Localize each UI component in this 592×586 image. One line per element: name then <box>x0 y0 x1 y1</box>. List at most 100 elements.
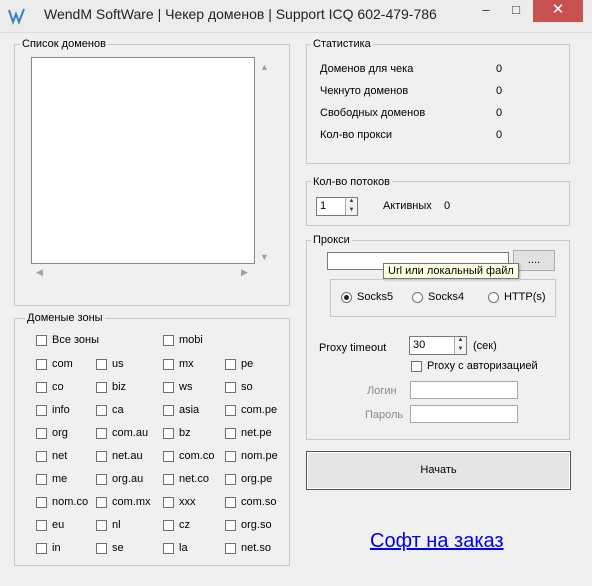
zone-checkbox[interactable] <box>225 359 236 370</box>
zone-checkbox[interactable] <box>36 543 47 554</box>
zone-checkbox[interactable] <box>96 474 107 485</box>
zone-checkbox[interactable] <box>96 428 107 439</box>
zone-checkbox[interactable] <box>163 451 174 462</box>
scroll-up-icon[interactable]: ▲ <box>260 62 269 72</box>
proxy-timeout-value: 30 <box>413 339 426 351</box>
proxy-url-tooltip: Url или локальный файл <box>383 263 519 279</box>
zone-label: nom.pe <box>241 450 278 462</box>
threads-stepper[interactable]: 1 ▲ ▼ <box>316 197 358 216</box>
zone-checkbox[interactable] <box>163 520 174 531</box>
zone-checkbox[interactable] <box>36 497 47 508</box>
timeout-up-icon[interactable]: ▲ <box>455 337 466 346</box>
zones-label: Доменые зоны <box>25 312 105 324</box>
zone-label: com <box>52 358 73 370</box>
scroll-left-icon[interactable]: ◀ <box>36 267 43 278</box>
close-button[interactable]: ✕ <box>533 0 583 22</box>
zone-checkbox[interactable] <box>225 474 236 485</box>
scroll-down-icon[interactable]: ▼ <box>260 252 269 262</box>
proxy-timeout-spin[interactable]: ▲ ▼ <box>454 337 466 354</box>
scroll-right-icon[interactable]: ▶ <box>241 267 248 278</box>
zone-checkbox[interactable] <box>96 497 107 508</box>
zone-checkbox[interactable] <box>163 474 174 485</box>
radio-socks4-label: Socks4 <box>428 291 465 303</box>
zone-checkbox[interactable] <box>225 405 236 416</box>
zone-label: com.pe <box>241 404 278 416</box>
radio-socks5-label: Socks5 <box>357 291 394 303</box>
zone-label: com.mx <box>112 496 151 508</box>
zone-checkbox[interactable] <box>163 543 174 554</box>
proxy-timeout-unit: (сек) <box>473 340 497 352</box>
zone-checkbox[interactable] <box>163 497 174 508</box>
zone-checkbox[interactable] <box>225 520 236 531</box>
start-button[interactable]: Начать <box>306 451 571 490</box>
proxy-auth-checkbox[interactable] <box>411 361 422 372</box>
active-threads-label: Активных <box>383 200 432 212</box>
zone-label: bz <box>179 427 191 439</box>
zone-checkbox[interactable] <box>96 359 107 370</box>
zone-checkbox[interactable] <box>36 520 47 531</box>
zone-label: xxx <box>179 496 196 508</box>
zone-label: net.au <box>112 450 143 462</box>
zone-label: so <box>241 381 253 393</box>
proxy-timeout-stepper[interactable]: 30 ▲ ▼ <box>409 336 467 355</box>
zone-checkbox[interactable] <box>36 405 47 416</box>
zone-checkbox[interactable] <box>225 451 236 462</box>
zone-checkbox[interactable] <box>36 359 47 370</box>
password-input[interactable] <box>410 405 518 423</box>
zone-checkbox[interactable] <box>163 428 174 439</box>
timeout-down-icon[interactable]: ▼ <box>455 346 466 355</box>
zone-checkbox[interactable] <box>163 405 174 416</box>
all-zones-checkbox[interactable] <box>36 335 47 346</box>
zone-checkbox[interactable] <box>96 543 107 554</box>
active-threads-value: 0 <box>444 200 451 212</box>
zone-checkbox[interactable] <box>225 543 236 554</box>
zone-checkbox[interactable] <box>96 520 107 531</box>
stat-value-domains-to-check: 0 <box>496 63 503 75</box>
domain-list-label: Список доменов <box>20 38 108 50</box>
zone-checkbox[interactable] <box>96 405 107 416</box>
zone-checkbox[interactable] <box>225 382 236 393</box>
threads-spin[interactable]: ▲ ▼ <box>345 198 357 215</box>
app-logo-icon <box>8 8 25 25</box>
zone-label: me <box>52 473 68 485</box>
radio-socks4[interactable] <box>412 292 423 303</box>
zone-label: co <box>52 381 64 393</box>
minimize-button[interactable]: – <box>472 0 500 22</box>
zone-label: org.so <box>241 519 272 531</box>
all-zones-label: Все зоны <box>52 334 100 346</box>
zone-checkbox[interactable] <box>225 497 236 508</box>
zone-checkbox[interactable] <box>163 382 174 393</box>
zone-checkbox[interactable] <box>163 359 174 370</box>
stat-value-checked: 0 <box>496 85 503 97</box>
stat-name-domains-to-check: Доменов для чека <box>320 63 414 75</box>
proxy-auth-label: Proxy с авторизацией <box>427 360 538 372</box>
window-title: WendM SoftWare | Чекер доменов | Support… <box>44 6 437 22</box>
zone-checkbox[interactable] <box>96 382 107 393</box>
stat-name-proxies: Кол-во прокси <box>320 129 393 141</box>
domain-list-textarea[interactable] <box>31 57 255 264</box>
zone-label: mx <box>179 358 194 370</box>
zone-checkbox[interactable] <box>225 428 236 439</box>
stat-name-free: Свободных доменов <box>320 107 426 119</box>
zone-checkbox[interactable] <box>36 451 47 462</box>
threads-down-icon[interactable]: ▼ <box>346 207 357 216</box>
order-software-link[interactable]: Софт на заказ <box>370 530 504 553</box>
zone-label: in <box>52 542 61 554</box>
radio-socks5[interactable] <box>341 292 352 303</box>
zone-checkbox[interactable] <box>96 451 107 462</box>
zone-checkbox[interactable] <box>36 474 47 485</box>
browse-button[interactable]: .... <box>513 250 555 271</box>
zone-checkbox[interactable] <box>36 382 47 393</box>
zone-label: ca <box>112 404 124 416</box>
login-input[interactable] <box>410 381 518 399</box>
radio-http[interactable] <box>488 292 499 303</box>
zone-checkbox[interactable] <box>36 428 47 439</box>
zone-checkbox-mobi[interactable] <box>163 335 174 346</box>
threads-up-icon[interactable]: ▲ <box>346 198 357 207</box>
zone-label: com.so <box>241 496 277 508</box>
zone-label: biz <box>112 381 127 393</box>
zone-label: net.pe <box>241 427 272 439</box>
zone-label: net <box>52 450 68 462</box>
maximize-button[interactable]: □ <box>502 0 530 22</box>
stat-value-proxies: 0 <box>496 129 503 141</box>
